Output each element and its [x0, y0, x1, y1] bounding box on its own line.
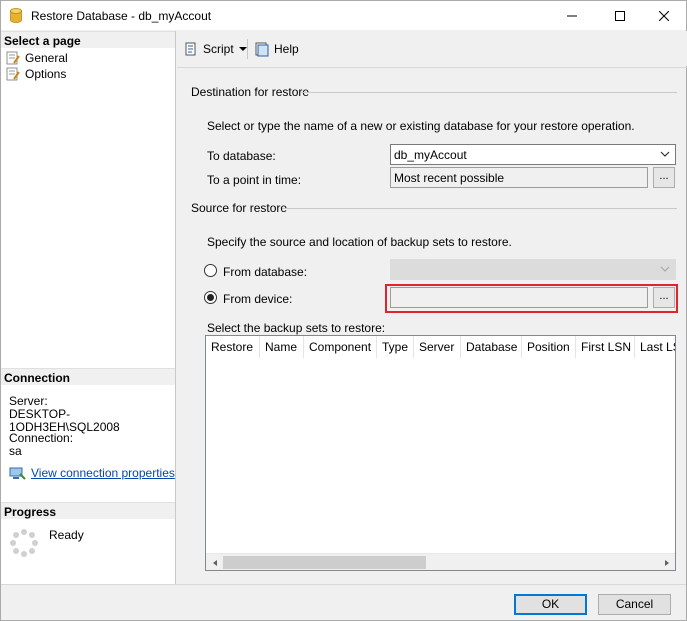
column-header-last-lsn[interactable]: Last LSN [635, 336, 675, 358]
script-icon [185, 42, 196, 56]
page-wrench-icon [6, 67, 20, 81]
minimize-icon [567, 15, 577, 16]
connection-header: Connection [1, 368, 175, 385]
chevron-left-icon [212, 559, 217, 566]
help-icon [255, 42, 269, 57]
progress-spinner-icon [10, 529, 38, 557]
column-header-restore[interactable]: Restore [206, 336, 260, 358]
backup-sets-header: Restore Name Component Type Server Datab… [206, 336, 675, 358]
destination-group-line [301, 92, 677, 93]
toolbar-separator [177, 67, 687, 68]
column-header-name[interactable]: Name [260, 336, 304, 358]
script-label: Script [203, 42, 234, 56]
column-header-database[interactable]: Database [461, 336, 522, 358]
page-item-general[interactable]: General [5, 50, 68, 66]
scrollbar-thumb[interactable] [223, 556, 426, 569]
column-header-server[interactable]: Server [414, 336, 461, 358]
database-icon [10, 8, 22, 23]
source-group-line [282, 208, 677, 209]
column-header-first-lsn[interactable]: First LSN [576, 336, 635, 358]
chevron-right-icon [664, 559, 669, 566]
column-header-component[interactable]: Component [304, 336, 377, 358]
page-wrench-icon [6, 51, 20, 65]
to-database-value: db_myAccout [394, 148, 467, 162]
view-connection-properties-link[interactable]: View connection properties [31, 467, 175, 480]
from-database-radio[interactable] [204, 264, 217, 277]
to-database-combo[interactable]: db_myAccout [390, 144, 676, 165]
backup-sets-label: Select the backup sets to restore: [207, 321, 386, 335]
from-database-label[interactable]: From database: [223, 265, 307, 279]
scroll-left-button[interactable] [206, 554, 223, 570]
help-button[interactable]: Help [254, 40, 299, 58]
progress-header: Progress [1, 502, 175, 519]
toolbar: Script Help [177, 31, 687, 66]
from-device-label[interactable]: From device: [223, 292, 292, 306]
point-in-time-browse-button[interactable]: ... [653, 167, 675, 188]
scroll-right-button[interactable] [658, 554, 675, 570]
maximize-icon [615, 10, 625, 21]
point-in-time-value: Most recent possible [394, 171, 505, 185]
close-icon [659, 10, 669, 21]
cancel-button[interactable]: Cancel [598, 594, 671, 615]
horizontal-scrollbar[interactable] [206, 553, 675, 570]
to-database-label: To database: [207, 149, 276, 163]
help-label: Help [274, 42, 299, 56]
page-item-label: General [25, 51, 68, 65]
restore-database-dialog: Restore Database - db_myAccout Select a … [0, 0, 687, 621]
point-in-time-label: To a point in time: [207, 173, 302, 187]
point-in-time-field: Most recent possible [390, 167, 648, 188]
connection-value: sa [9, 444, 22, 458]
from-device-radio[interactable] [204, 291, 217, 304]
chevron-down-icon [660, 266, 670, 272]
column-header-type[interactable]: Type [377, 336, 414, 358]
backup-sets-grid[interactable]: Restore Name Component Type Server Datab… [205, 335, 676, 571]
view-connection-properties[interactable]: View connection properties [9, 467, 175, 480]
source-group-title: Source for restore [191, 201, 288, 215]
page-item-label: Options [25, 67, 67, 81]
page-item-options[interactable]: Options [5, 66, 66, 82]
connection-properties-icon [9, 467, 26, 480]
from-device-highlight [385, 284, 678, 313]
from-database-combo[interactable] [390, 259, 676, 280]
script-button[interactable]: Script [183, 40, 248, 58]
destination-description: Select or type the name of a new or exis… [207, 119, 635, 133]
ok-button[interactable]: OK [514, 594, 587, 615]
left-panel: Select a page General Options Connection… [1, 31, 176, 584]
title-bar: Restore Database - db_myAccout [1, 1, 686, 30]
progress-status: Ready [49, 528, 84, 542]
window-title: Restore Database - db_myAccout [31, 9, 212, 23]
minimize-button[interactable] [549, 1, 595, 30]
maximize-button[interactable] [597, 1, 643, 30]
select-page-header: Select a page [1, 31, 175, 48]
toolbar-divider [247, 39, 248, 59]
destination-group-title: Destination for restore [191, 85, 310, 99]
close-button[interactable] [641, 1, 687, 30]
source-description: Specify the source and location of backu… [207, 235, 512, 249]
bottom-separator [1, 584, 686, 585]
chevron-down-icon [660, 151, 670, 157]
column-header-position[interactable]: Position [522, 336, 576, 358]
